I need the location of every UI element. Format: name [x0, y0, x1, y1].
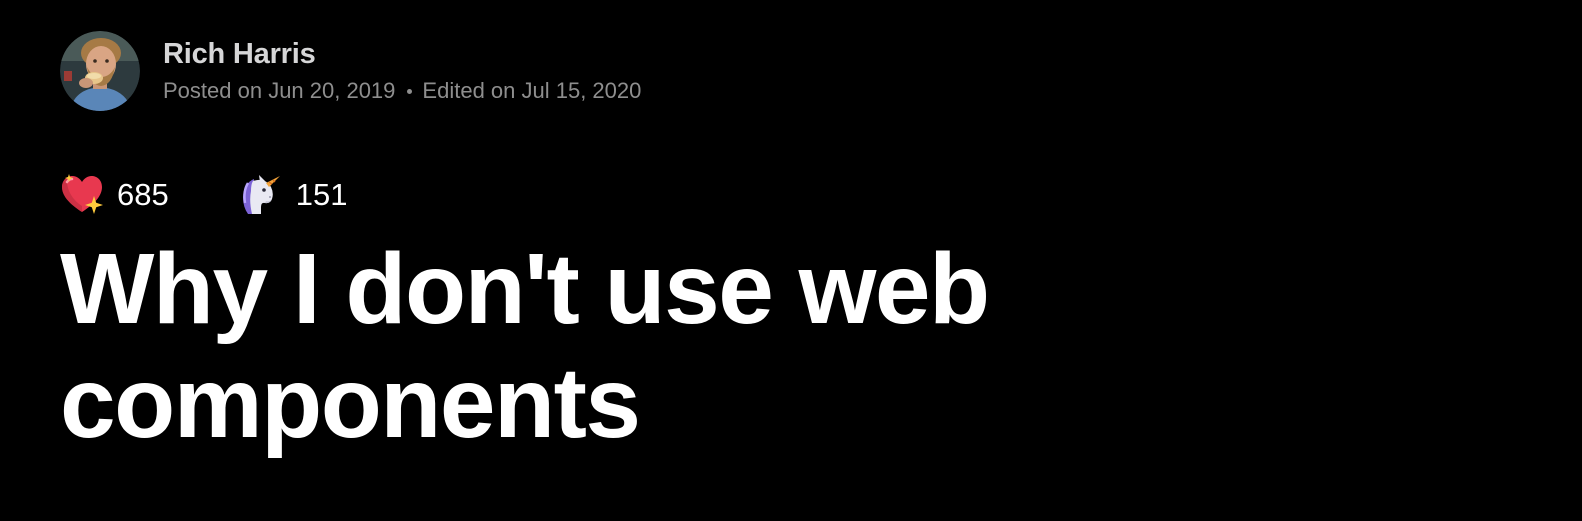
reaction-heart[interactable]: 685	[60, 173, 169, 217]
article-header: Rich Harris Posted on Jun 20, 2019 Edite…	[60, 30, 1540, 460]
post-dates: Posted on Jun 20, 2019 Edited on Jul 15,…	[163, 76, 641, 106]
separator-dot	[407, 88, 413, 94]
author-meta: Rich Harris Posted on Jun 20, 2019 Edite…	[163, 36, 641, 106]
heart-count: 685	[117, 177, 169, 212]
article-title: Why I don't use web components	[60, 233, 990, 459]
author-avatar[interactable]	[60, 31, 140, 111]
reaction-unicorn[interactable]: 151	[239, 173, 348, 217]
author-name[interactable]: Rich Harris	[163, 36, 641, 72]
unicorn-icon	[242, 175, 280, 214]
unicorn-count: 151	[295, 177, 348, 212]
edited-date: Edited on Jul 15, 2020	[422, 78, 642, 103]
posted-date: Posted on Jun 20, 2019	[163, 78, 396, 103]
reactions-bar: 685 151	[60, 172, 1540, 218]
author-row: Rich Harris Posted on Jun 20, 2019 Edite…	[60, 30, 1540, 112]
sparkle-heart-icon	[62, 174, 103, 214]
